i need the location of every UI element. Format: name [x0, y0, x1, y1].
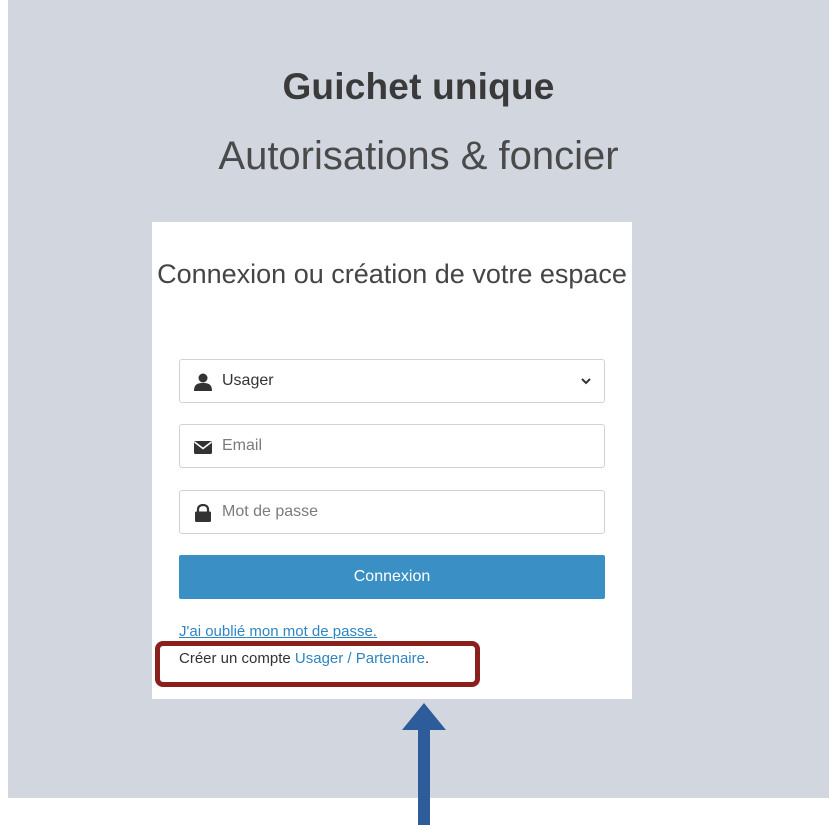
connexion-button[interactable]: Connexion — [179, 555, 605, 599]
lock-icon — [195, 504, 211, 522]
email-placeholder: Email — [222, 437, 263, 454]
email-field[interactable]: Email — [179, 424, 605, 468]
user-type-select[interactable]: Usager — [179, 359, 605, 403]
up-arrow-annotation-icon — [402, 703, 446, 825]
app-subtitle: Autorisations & foncier — [218, 134, 619, 178]
forgot-password-link[interactable]: J'ai oublié mon mot de passe. — [179, 623, 377, 640]
highlight-annotation-box — [155, 641, 480, 687]
user-icon — [194, 373, 212, 391]
login-card: Connexion ou création de votre espace Us… — [152, 222, 632, 699]
screenshot-canvas: Guichet unique Autorisations & foncier C… — [0, 0, 829, 825]
chevron-down-icon — [581, 378, 591, 385]
envelope-icon — [194, 441, 212, 454]
password-placeholder: Mot de passe — [222, 503, 319, 520]
card-title: Connexion ou création de votre espace — [157, 259, 627, 289]
app-title: Guichet unique — [282, 66, 555, 107]
user-type-value: Usager — [222, 372, 274, 389]
password-field[interactable]: Mot de passe — [179, 490, 605, 534]
